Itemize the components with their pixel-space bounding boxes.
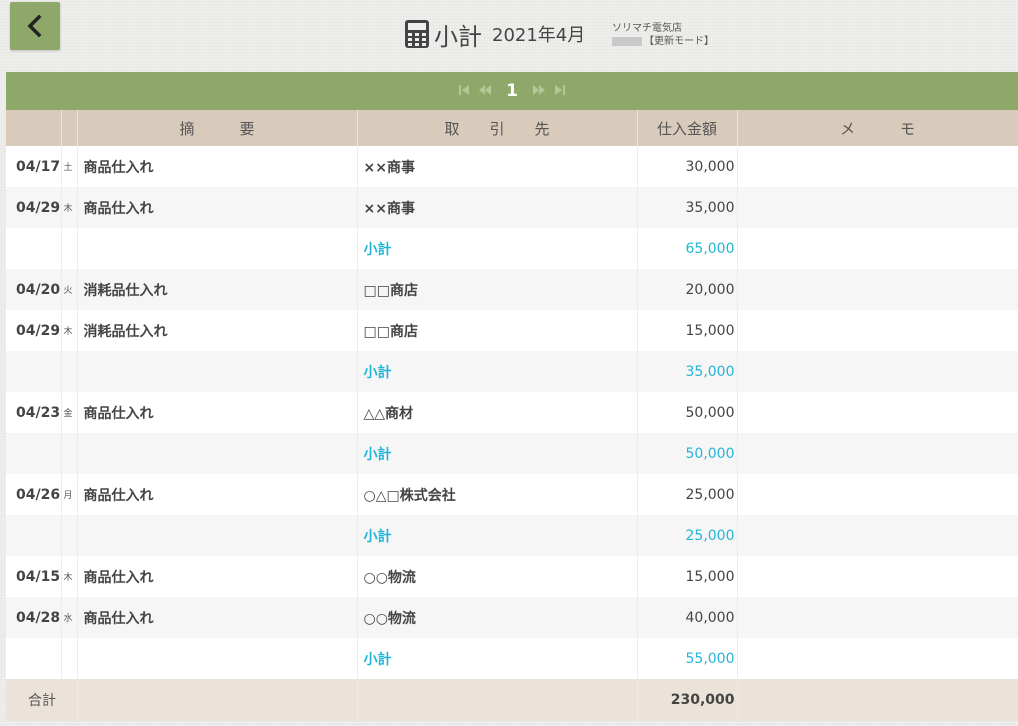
row-vendor: ○○物流 [357,556,638,597]
store-name: ソリマチ電気店 [612,23,682,34]
chevron-left-icon [27,15,42,37]
subtotal-amount: 50,000 [637,433,738,474]
row-day-of-week: 金 [61,392,78,433]
row-date: 04/15 [6,556,62,597]
row-day-of-week: 土 [61,146,78,187]
total-amount: 230,000 [637,679,738,721]
row-description: 消耗品仕入れ [77,310,358,351]
row-memo [737,146,1018,187]
table-row[interactable]: 04/28 水商品仕入れ ○○物流 40,000 [6,597,1018,638]
memo-header: メ モ [737,110,1018,146]
row-day-of-week: 水 [61,597,78,638]
row-amount: 35,000 [637,187,738,228]
row-description: 商品仕入れ [77,556,358,597]
row-description: 商品仕入れ [77,146,358,187]
subtotal-amount: 55,000 [637,638,738,679]
pagination: 1 [6,72,1018,110]
subtotal-amount: 65,000 [637,228,738,269]
row-memo [737,187,1018,228]
row-vendor: ○○物流 [357,597,638,638]
subtotal-row: 小計 50,000 [6,433,1018,474]
row-day-of-week: 木 [61,310,78,351]
row-date: 04/29 [6,310,62,351]
store-info: ソリマチ電気店 【更新モード】 [612,22,714,48]
table-row[interactable]: 04/23 金商品仕入れ △△商材 50,000 [6,392,1018,433]
subtotal-row: 小計 35,000 [6,351,1018,392]
table-row[interactable]: 04/29 木商品仕入れ ××商事 35,000 [6,187,1018,228]
row-memo [737,597,1018,638]
row-date: 04/17 [6,146,62,187]
row-day-of-week: 月 [61,474,78,515]
page-header: 小計 2021年4月 [404,14,585,54]
row-date: 04/26 [6,474,62,515]
masked-user [612,36,642,46]
page-title: 小計 [434,22,482,51]
row-description: 消耗品仕入れ [77,269,358,310]
row-memo [737,474,1018,515]
row-amount: 50,000 [637,392,738,433]
purchase-table: 摘 要 取 引 先 仕入金額 メ モ 04/17 土商品仕入れ ××商事 30,000… [6,110,1018,721]
row-date: 04/28 [6,597,62,638]
row-amount: 20,000 [637,269,738,310]
row-vendor: ××商事 [357,146,638,187]
subtotal-label: 小計 [357,228,638,269]
row-day-of-week: 木 [61,556,78,597]
row-date: 04/20 [6,269,62,310]
row-memo [737,556,1018,597]
row-vendor: □□商店 [357,310,638,351]
row-vendor: □□商店 [357,269,638,310]
mode-label: 【更新モード】 [644,36,714,47]
row-vendor: ××商事 [357,187,638,228]
row-vendor: △△商材 [357,392,638,433]
subtotal-label: 小計 [357,433,638,474]
last-page-icon[interactable] [554,84,566,99]
row-memo [737,269,1018,310]
table-row[interactable]: 04/17 土商品仕入れ ××商事 30,000 [6,146,1018,187]
row-memo [737,310,1018,351]
row-amount: 25,000 [637,474,738,515]
table-row[interactable]: 04/15 木商品仕入れ ○○物流 15,000 [6,556,1018,597]
row-amount: 15,000 [637,556,738,597]
row-day-of-week: 火 [61,269,78,310]
row-date: 04/23 [6,392,62,433]
row-memo [737,392,1018,433]
row-amount: 30,000 [637,146,738,187]
table-row[interactable]: 04/20 火消耗品仕入れ □□商店 20,000 [6,269,1018,310]
row-description: 商品仕入れ [77,474,358,515]
row-date: 04/29 [6,187,62,228]
total-row: 合計 230,000 [6,679,1018,721]
dow-header [61,110,78,146]
period-label: 2021年4月 [492,25,586,46]
next-page-icon[interactable] [532,84,546,99]
row-description: 商品仕入れ [77,187,358,228]
subtotal-amount: 25,000 [637,515,738,556]
row-amount: 40,000 [637,597,738,638]
row-day-of-week: 木 [61,187,78,228]
subtotal-row: 小計 25,000 [6,515,1018,556]
row-vendor: ○△□株式会社 [357,474,638,515]
back-button[interactable] [10,2,60,50]
subtotal-amount: 35,000 [637,351,738,392]
row-amount: 15,000 [637,310,738,351]
total-label: 合計 [6,679,78,721]
prev-page-icon[interactable] [478,84,492,99]
subtotal-row: 小計 65,000 [6,228,1018,269]
subtotal-label: 小計 [357,638,638,679]
table-header: 摘 要 取 引 先 仕入金額 メ モ [6,110,1018,146]
calculator-icon [405,20,429,48]
vendor-header: 取 引 先 [357,110,638,146]
table-row[interactable]: 04/26 月商品仕入れ ○△□株式会社 25,000 [6,474,1018,515]
description-header: 摘 要 [77,110,358,146]
row-description: 商品仕入れ [77,597,358,638]
subtotal-label: 小計 [357,515,638,556]
table-row[interactable]: 04/29 木消耗品仕入れ □□商店 15,000 [6,310,1018,351]
subtotal-label: 小計 [357,351,638,392]
subtotal-row: 小計 55,000 [6,638,1018,679]
amount-header: 仕入金額 [637,110,738,146]
first-page-icon[interactable] [458,84,470,99]
date-header [6,110,62,146]
current-page: 1 [506,81,518,101]
row-description: 商品仕入れ [77,392,358,433]
